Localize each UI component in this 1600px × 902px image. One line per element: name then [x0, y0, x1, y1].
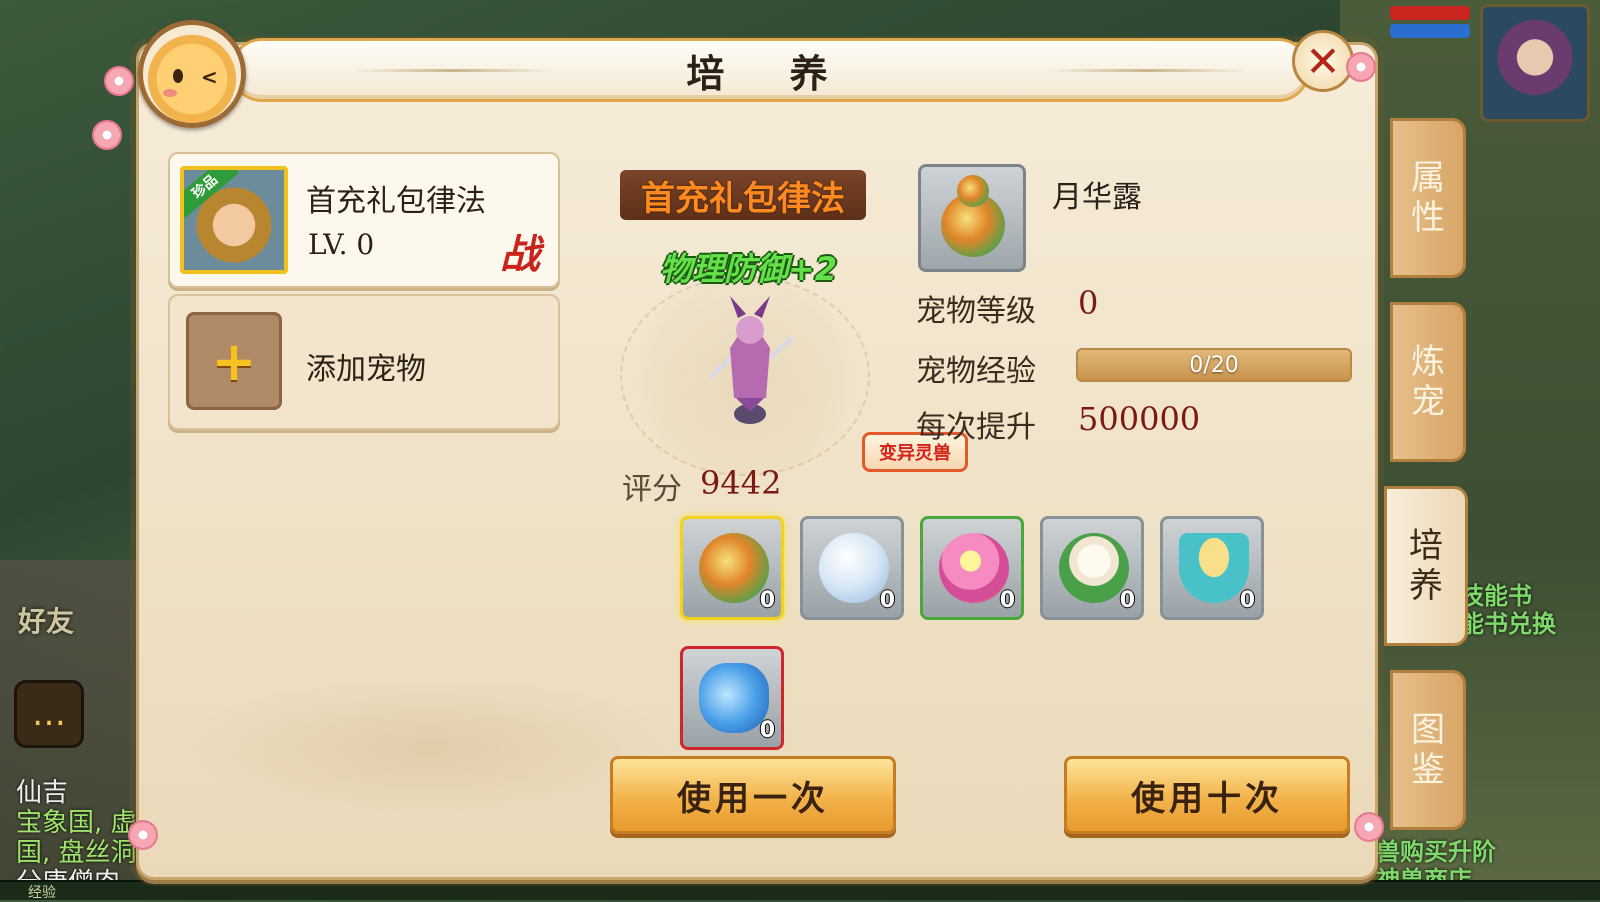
item-slot-flower-bun[interactable]: 0: [1040, 516, 1144, 620]
flower-decoration-icon: [104, 66, 134, 96]
use-once-button[interactable]: 使用一次: [610, 756, 896, 834]
chat-header: 仙吉: [16, 778, 69, 808]
boost-label: 每次提升: [916, 410, 1036, 445]
item-slot-lollipop[interactable]: 0: [920, 516, 1024, 620]
tab-cultivate[interactable]: 培 养: [1384, 486, 1468, 646]
mascot-avatar-icon: <: [138, 20, 246, 128]
buff-popup-text: 物理防御+2: [660, 250, 838, 288]
tab-codex[interactable]: 图 鉴: [1390, 670, 1466, 830]
gourd-icon: [699, 533, 769, 603]
item-count: 0: [759, 718, 775, 743]
friend-button-label[interactable]: 好友: [18, 600, 74, 640]
item-count: 0: [999, 588, 1015, 613]
pet-avatar: 珍品: [180, 166, 288, 274]
close-icon: ✕: [1305, 36, 1341, 86]
flower-decoration-icon: [1346, 52, 1376, 82]
noodle-bowl-icon: [1179, 533, 1249, 603]
boost-value: 500000(: [1078, 400, 1202, 438]
pet-exp-bar: 0/20: [1076, 348, 1352, 382]
item-count: 0: [1239, 588, 1255, 613]
player-portrait[interactable]: [1480, 4, 1590, 122]
hud-status-bars: [1390, 6, 1470, 42]
item-count: 0: [879, 588, 895, 613]
pet-exp-label: 宠物经验: [916, 354, 1036, 389]
gourd-top: [957, 175, 989, 207]
title-deco-right: [1047, 69, 1247, 72]
snowball-icon: [819, 533, 889, 603]
score-label: 评分: [622, 472, 682, 507]
score-value: 9442: [700, 464, 782, 502]
add-pet-button[interactable]: + 添加宠物: [168, 294, 560, 430]
use-ten-button[interactable]: 使用十次: [1064, 756, 1350, 834]
background-scene-right: [1340, 0, 1600, 900]
chat-bubble-icon[interactable]: …: [14, 680, 84, 748]
pet-level-label: 宠物等级: [916, 294, 1036, 329]
close-button[interactable]: ✕: [1292, 30, 1354, 92]
flower-decoration-icon: [128, 820, 158, 850]
pet-name: 首充礼包律法: [306, 184, 486, 219]
pet-sprite: [708, 296, 794, 424]
flower-bun-icon: [1059, 533, 1129, 603]
item-slot-gourd[interactable]: 0: [680, 516, 784, 620]
battle-badge-icon: 战: [500, 231, 540, 278]
pet-exp-value: 0/20: [1189, 352, 1239, 378]
selected-item-name: 月华露: [1052, 180, 1142, 215]
selected-item-icon: [918, 164, 1026, 272]
chat-line: 国, 盘丝洞: [16, 838, 137, 868]
flower-decoration-icon: [1354, 812, 1384, 842]
side-hint-skillbook: 技能书 能书兑换: [1460, 582, 1556, 638]
item-slot-noodle-bowl[interactable]: 0: [1160, 516, 1264, 620]
tab-attributes[interactable]: 属 性: [1390, 118, 1466, 278]
blue-vase-icon: [699, 663, 769, 733]
rarity-tag: 珍品: [184, 170, 239, 218]
item-count: 0: [759, 588, 775, 613]
item-slot-snowball[interactable]: 0: [800, 516, 904, 620]
title-bar: 培 养: [230, 38, 1310, 102]
item-slot-blue-vase[interactable]: 0: [680, 646, 784, 750]
plus-icon: +: [186, 312, 282, 410]
bottom-exp-bar: 经验: [0, 880, 1600, 901]
pet-level-value: 0: [1078, 284, 1099, 322]
tab-refine-pet[interactable]: 炼 宠: [1390, 302, 1466, 462]
pet-name-plate: 首充礼包律法: [620, 170, 866, 220]
lollipop-icon: [939, 533, 1009, 603]
chat-line: 宝象国, 虚: [16, 808, 137, 838]
flower-decoration-icon: [92, 120, 122, 150]
page-title: 培 养: [686, 50, 854, 96]
pet-list-item-selected[interactable]: 珍品 首充礼包律法 LV. 0 战: [168, 152, 560, 288]
item-count: 0: [1119, 588, 1135, 613]
add-pet-label: 添加宠物: [306, 352, 426, 387]
pet-level: LV. 0: [308, 228, 375, 261]
title-deco-left: [353, 69, 553, 72]
